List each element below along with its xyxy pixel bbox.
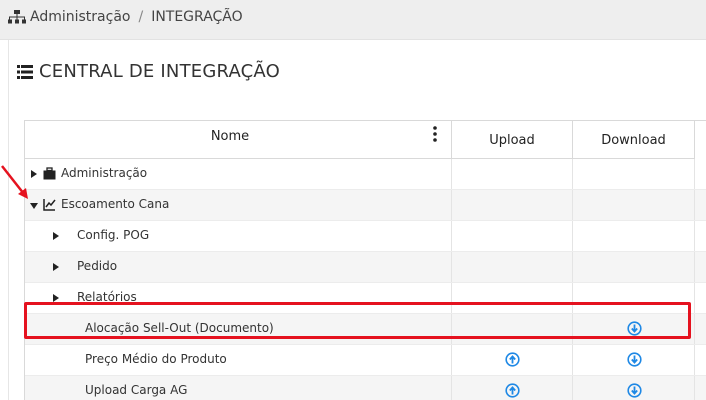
sitemap-icon (8, 10, 26, 24)
column-header-download-label: Download (601, 133, 666, 148)
row-name-cell: Alocação Sell-Out (Documento) (25, 314, 452, 344)
table-row[interactable]: Administração (25, 159, 706, 190)
annotation-arrow-icon (1, 165, 28, 199)
download-cell (573, 252, 695, 282)
row-label: Pedido (77, 259, 118, 273)
row-name-cell: Upload Carga AG (25, 376, 452, 400)
row-label: Administração (61, 166, 148, 180)
download-icon[interactable] (626, 383, 642, 398)
line-chart-icon (43, 199, 56, 211)
table-row[interactable]: Relatórios (25, 283, 706, 314)
column-header-upload-label: Upload (489, 133, 535, 148)
download-icon[interactable] (626, 321, 642, 336)
row-label: Escoamento Cana (61, 197, 170, 211)
integration-panel: CENTRAL DE INTEGRAÇÃO Nome Upload Downlo… (8, 40, 706, 400)
download-cell (573, 345, 695, 375)
list-icon (17, 64, 33, 79)
breadcrumb-page: INTEGRAÇÃO (151, 9, 243, 25)
row-name-cell: Pedido (25, 252, 452, 282)
page-title: CENTRAL DE INTEGRAÇÃO (17, 61, 280, 82)
breadcrumb-separator: / (138, 9, 144, 25)
upload-cell (452, 314, 573, 344)
download-cell (573, 221, 695, 251)
download-cell (573, 376, 695, 400)
upload-cell (452, 345, 573, 375)
download-cell (573, 283, 695, 313)
download-cell (573, 159, 695, 189)
table-row[interactable]: Preço Médio do Produto (25, 345, 706, 376)
row-label: Relatórios (77, 290, 137, 304)
row-label: Config. POG (77, 228, 150, 242)
breadcrumb-section[interactable]: Administração (30, 9, 130, 25)
column-menu-icon[interactable] (431, 125, 439, 143)
column-header-name[interactable]: Nome (25, 121, 452, 159)
upload-icon[interactable] (505, 383, 520, 398)
download-cell (573, 190, 695, 220)
upload-cell (452, 190, 573, 220)
integration-table: Nome Upload Download Administração Escoa… (24, 120, 706, 400)
table-row[interactable]: Escoamento Cana (25, 190, 706, 221)
briefcase-icon (43, 167, 56, 180)
upload-cell (452, 376, 573, 400)
row-name-cell: Administração (25, 159, 452, 189)
breadcrumb: Administração / INTEGRAÇÃO (8, 9, 243, 25)
expand-arrow-icon[interactable] (53, 232, 59, 240)
row-name-cell: Relatórios (25, 283, 452, 313)
expand-arrow-icon[interactable] (53, 263, 59, 271)
row-name-cell: Escoamento Cana (25, 190, 452, 220)
row-name-cell: Preço Médio do Produto (25, 345, 452, 375)
upload-cell (452, 252, 573, 282)
upload-cell (452, 159, 573, 189)
top-bar: Administração / INTEGRAÇÃO (0, 0, 706, 40)
table-row[interactable]: Upload Carga AG (25, 376, 706, 400)
upload-cell (452, 221, 573, 251)
expand-arrow-icon[interactable] (53, 294, 59, 302)
row-label: Alocação Sell-Out (Documento) (85, 321, 274, 335)
upload-cell (452, 283, 573, 313)
row-label: Upload Carga AG (85, 383, 188, 397)
column-header-upload[interactable]: Upload (452, 121, 573, 159)
row-name-cell: Config. POG (25, 221, 452, 251)
table-row[interactable]: Pedido (25, 252, 706, 283)
download-icon[interactable] (626, 352, 642, 367)
table-row[interactable]: Config. POG (25, 221, 706, 252)
upload-icon[interactable] (505, 352, 520, 367)
column-header-download[interactable]: Download (573, 121, 695, 159)
row-label: Preço Médio do Produto (85, 352, 227, 366)
column-header-name-label: Nome (210, 129, 250, 144)
table-row[interactable]: Alocação Sell-Out (Documento) (25, 314, 706, 345)
download-cell (573, 314, 695, 344)
page-title-text: CENTRAL DE INTEGRAÇÃO (39, 61, 280, 82)
